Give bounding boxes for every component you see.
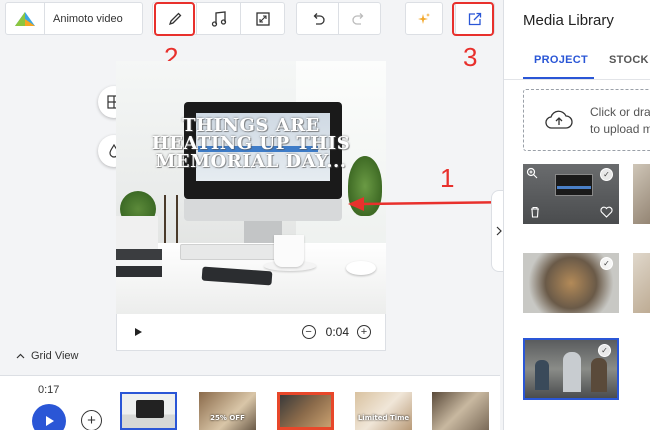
coffee-mug-image <box>274 235 304 267</box>
check-icon[interactable]: ✓ <box>600 168 613 181</box>
upload-text-line-1: Click or dra <box>590 105 650 119</box>
zoom-out-button[interactable]: − <box>301 325 316 339</box>
project-name[interactable]: Animoto video <box>45 13 123 25</box>
play-all-button[interactable] <box>32 404 66 430</box>
animoto-logo-icon <box>15 11 35 26</box>
ai-assist-button[interactable] <box>406 3 442 34</box>
thumb-caption: Limited Time <box>357 414 410 422</box>
check-icon[interactable]: ✓ <box>600 257 613 270</box>
annotation-number-1: 1 <box>440 163 455 193</box>
check-icon[interactable]: ✓ <box>598 344 611 357</box>
active-tab-indicator <box>523 77 594 79</box>
media-library-panel: Media Library PROJECT STOCK Click or dra… <box>503 0 650 430</box>
play-icon[interactable] <box>133 327 143 337</box>
music-icon <box>211 10 226 27</box>
media-item-selected[interactable]: ✓ <box>523 338 619 400</box>
add-block-button[interactable]: + <box>81 410 102 430</box>
media-item[interactable] <box>633 164 650 224</box>
playhead-time: 0:04 <box>325 325 349 339</box>
chevron-up-icon <box>16 353 25 359</box>
upload-text-line-2: to upload m <box>590 122 650 136</box>
chevron-right-icon <box>496 226 502 236</box>
play-icon <box>46 416 54 426</box>
total-duration: 0:17 <box>38 384 60 396</box>
grid-view-toggle[interactable]: Grid View <box>16 350 78 362</box>
redo-icon <box>352 12 364 25</box>
aspect-ratio-button[interactable] <box>241 3 284 34</box>
redo-button[interactable] <box>339 3 380 34</box>
timeline-thumbnail[interactable] <box>432 392 489 430</box>
tab-stock[interactable]: STOCK <box>609 54 649 66</box>
music-button[interactable] <box>197 3 240 34</box>
media-item[interactable]: ✓ <box>523 164 619 224</box>
upload-dropzone[interactable]: Click or dra to upload m <box>523 89 650 151</box>
trash-icon[interactable] <box>529 206 541 218</box>
thumb-caption: 25% OFF <box>210 414 245 422</box>
magic-group <box>405 2 443 35</box>
undo-button[interactable] <box>297 3 338 34</box>
timeline-thumbnail[interactable]: Limited Time <box>355 392 412 430</box>
media-item[interactable]: ✓ <box>523 253 619 313</box>
cloud-upload-icon <box>545 110 573 129</box>
resize-icon <box>255 11 270 26</box>
timeline-thumbnail[interactable]: 25% OFF <box>199 392 256 430</box>
undo-icon <box>313 12 325 25</box>
timeline-thumbnail[interactable] <box>120 392 177 430</box>
grid-view-label: Grid View <box>31 350 79 362</box>
project-title-bar: Animoto video <box>5 2 143 35</box>
zoom-in-icon[interactable] <box>526 167 538 179</box>
annotation-number-3: 3 <box>463 42 478 72</box>
panel-title: Media Library <box>523 12 614 29</box>
tab-project[interactable]: PROJECT <box>534 54 588 66</box>
zoom-in-button[interactable]: + <box>357 325 371 339</box>
heart-icon[interactable] <box>600 206 613 218</box>
overlay-text-line-3[interactable]: MEMORIAL DAY... <box>116 153 386 171</box>
playback-controls: − 0:04 + <box>116 314 386 351</box>
media-item[interactable] <box>633 253 650 313</box>
annotation-highlight-export <box>452 2 494 36</box>
sparkle-icon <box>418 12 430 24</box>
annotation-highlight-edit <box>154 2 195 36</box>
history-group <box>296 2 381 35</box>
animoto-logo[interactable] <box>6 3 44 34</box>
video-preview[interactable]: THINGS ARE HEATING UP THIS MEMORIAL DAY.… <box>116 61 386 314</box>
timeline-thumbnail[interactable] <box>277 392 334 430</box>
